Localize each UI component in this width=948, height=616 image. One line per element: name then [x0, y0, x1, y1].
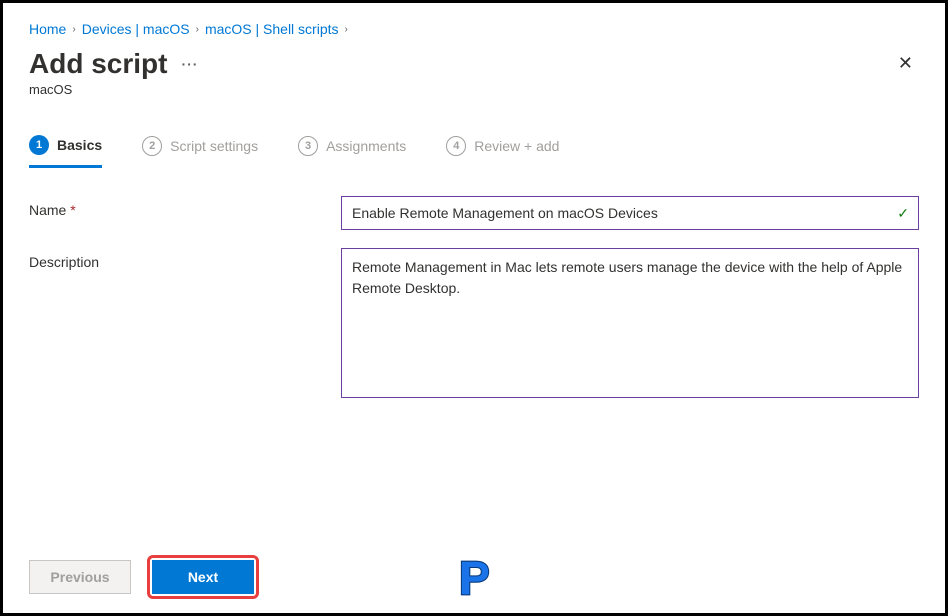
more-icon[interactable]: ···: [181, 56, 198, 72]
breadcrumb-macos-shell-scripts[interactable]: macOS | Shell scripts: [205, 21, 339, 37]
tab-label: Review + add: [474, 138, 559, 154]
description-field[interactable]: Remote Management in Mac lets remote use…: [341, 248, 919, 398]
watermark-logo: [453, 557, 495, 599]
tab-script-settings[interactable]: 2 Script settings: [142, 136, 258, 166]
tab-number: 4: [446, 136, 466, 156]
previous-button[interactable]: Previous: [29, 560, 131, 594]
name-field[interactable]: [341, 196, 919, 230]
tab-label: Script settings: [170, 138, 258, 154]
tab-number: 3: [298, 136, 318, 156]
name-label: Name *: [29, 196, 341, 218]
tab-review-add[interactable]: 4 Review + add: [446, 136, 559, 166]
close-icon[interactable]: ✕: [892, 47, 919, 80]
highlight-box: Next: [147, 555, 259, 599]
tab-basics[interactable]: 1 Basics: [29, 135, 102, 168]
chevron-right-icon: ›: [345, 24, 348, 35]
chevron-right-icon: ›: [72, 24, 75, 35]
description-label: Description: [29, 248, 341, 270]
tab-number: 1: [29, 135, 49, 155]
tab-label: Basics: [57, 137, 102, 153]
breadcrumb: Home › Devices | macOS › macOS | Shell s…: [29, 21, 919, 37]
breadcrumb-devices-macos[interactable]: Devices | macOS: [82, 21, 190, 37]
page-title: Add script ···: [29, 48, 198, 80]
tab-label: Assignments: [326, 138, 406, 154]
tab-assignments[interactable]: 3 Assignments: [298, 136, 406, 166]
next-button[interactable]: Next: [152, 560, 254, 594]
breadcrumb-home[interactable]: Home: [29, 21, 66, 37]
wizard-tabs: 1 Basics 2 Script settings 3 Assignments…: [29, 135, 919, 168]
page-subtitle: macOS: [29, 82, 919, 97]
checkmark-icon: ✓: [897, 205, 909, 222]
tab-number: 2: [142, 136, 162, 156]
chevron-right-icon: ›: [196, 24, 199, 35]
